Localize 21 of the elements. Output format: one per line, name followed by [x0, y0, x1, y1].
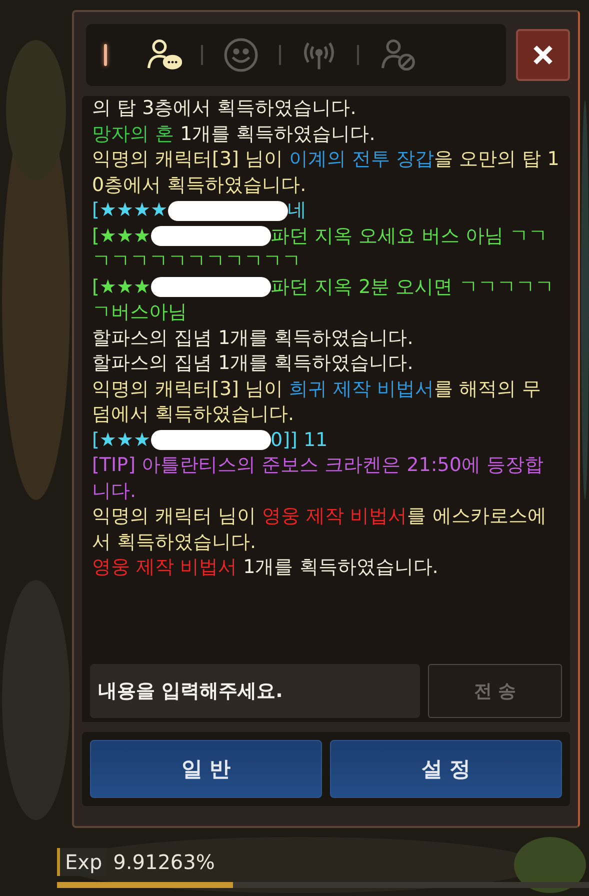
chat-message: [★★★ 0]] 11	[92, 428, 329, 452]
chat-message: 의 탑 3층에서 획득하였습니다.	[92, 96, 358, 121]
message-input[interactable]: 내용을 입력해주세요.	[90, 664, 420, 718]
chat-message: 할파스의 집념 1개를 획득하였습니다.	[92, 351, 414, 376]
chat-message: 할파스의 집념 1개를 획득하였습니다.	[92, 326, 414, 350]
chat-message: 익명의 캐릭터[3] 님이 이계의 전투 장갑을 오만의 탑 10층에서 획득하였습니다.	[92, 147, 560, 198]
chat-message: [★★★ 파던 지옥 오세요 버스 아님 ㄱㄱㄱㄱㄱㄱㄱㄱㄱㄱㄱㄱㄱ	[92, 224, 549, 274]
exp-label: Exp	[57, 848, 108, 876]
close-button[interactable]	[516, 29, 570, 81]
tab-indicator	[104, 44, 107, 66]
chat-message: 망자의 혼 1개를 획득하였습니다.	[92, 122, 376, 146]
chat-message: 익명의 캐릭터 님이 영웅 제작 비법서 를 에스카로스에서 획득하였습니다.	[92, 504, 548, 554]
chat-message: [★★★ 파던 지옥 2분 오시면 ㄱㄱㄱㄱㄱㄱ버스아님	[92, 274, 555, 325]
exp-value: 9.91263%	[113, 850, 215, 874]
chat-message: 익명의 캐릭터[3] 님이 희귀 제작 비법서 를 해적의 무덤에서 획득하였습니다.	[92, 376, 542, 427]
chat-message: [TIP] 아틀란티스의 준보스 크라켄은 21:50에 등장합니다.	[92, 453, 544, 504]
chat-message: 영웅 제작 비법서 1개를 획득하였습니다.	[92, 555, 440, 580]
smiley-icon	[222, 36, 260, 74]
menu-button[interactable]: 설 정	[330, 740, 562, 798]
menu-button[interactable]: 일 반	[90, 740, 322, 798]
chat-message: [★★★★ 네	[92, 198, 308, 223]
